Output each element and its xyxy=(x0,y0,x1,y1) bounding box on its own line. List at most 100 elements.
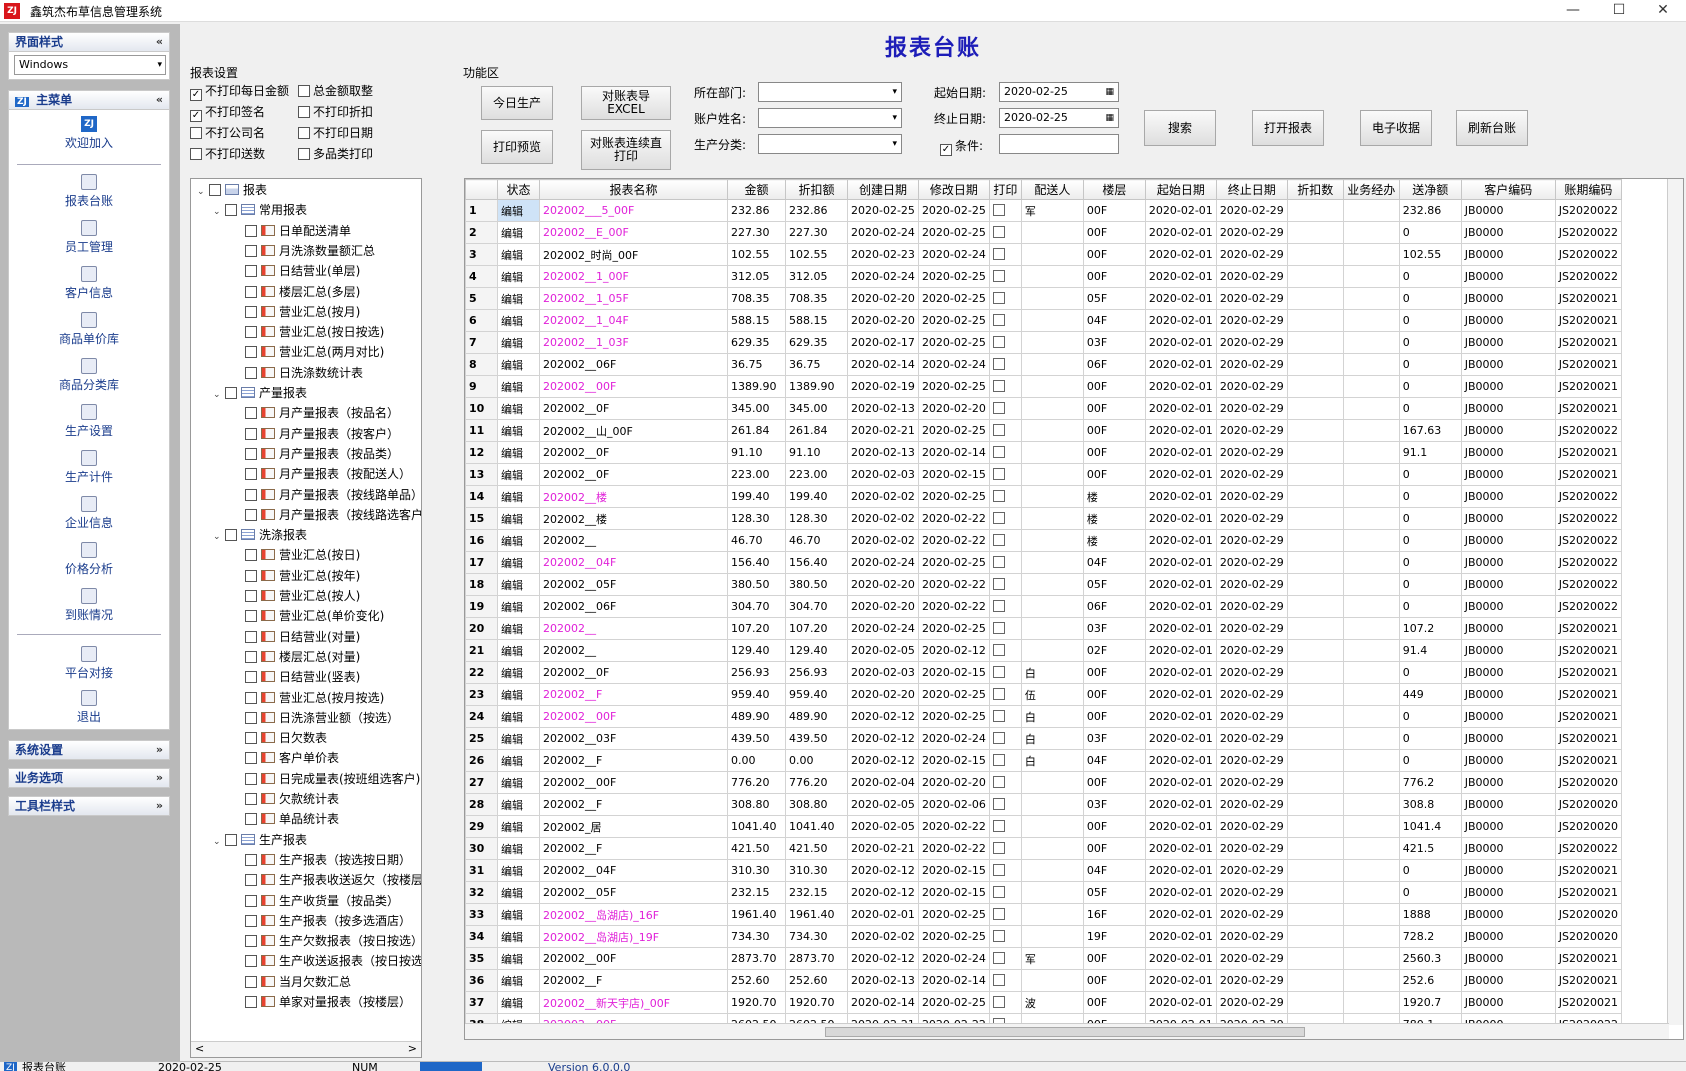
edit-status-cell[interactable]: 编辑 xyxy=(497,947,540,970)
checkbox-icon[interactable] xyxy=(245,650,257,663)
open-report-button[interactable]: 打开报表 xyxy=(1252,110,1324,146)
grid-hscrollbar[interactable] xyxy=(465,1023,1669,1039)
tree-item[interactable]: 月产量报表（按配送人） xyxy=(245,465,411,483)
table-row[interactable]: 28 编辑 202002__F 308.80 308.80 2020-02-05 2020-… xyxy=(465,793,1622,816)
edit-status-cell[interactable]: 编辑 xyxy=(497,859,540,882)
column-header[interactable]: 折扣额 xyxy=(785,179,848,200)
column-header[interactable]: 报表名称 xyxy=(539,179,728,200)
menu-item-production-settings[interactable]: 生产设置 xyxy=(9,404,169,439)
edit-status-cell[interactable]: 编辑 xyxy=(497,991,540,1014)
tree-group[interactable]: ⌄ 生产报表 xyxy=(213,831,307,849)
menu-item-exit[interactable]: 退出 xyxy=(9,690,169,725)
table-cell[interactable] xyxy=(988,771,1022,794)
checkbox-icon[interactable] xyxy=(245,508,257,521)
edit-status-cell[interactable]: 编辑 xyxy=(497,551,540,574)
edit-status-cell[interactable]: 编辑 xyxy=(497,397,540,420)
column-header[interactable]: 创建日期 xyxy=(847,179,919,200)
edit-status-cell[interactable]: 编辑 xyxy=(497,243,540,266)
condition-checkbox[interactable]: ✓ 条件: xyxy=(940,137,983,156)
table-cell[interactable] xyxy=(988,661,1022,684)
tree-item[interactable]: 日单配送清单 xyxy=(245,222,351,240)
checkbox-icon[interactable] xyxy=(245,265,257,278)
print-checkbox[interactable] xyxy=(992,490,1005,502)
checkbox-icon[interactable] xyxy=(225,833,237,846)
table-row[interactable]: 3 编辑 202002_时尚_00F 102.55 102.55 2020-02-23 20… xyxy=(465,243,1622,266)
table-cell[interactable] xyxy=(988,815,1022,838)
print-checkbox[interactable] xyxy=(992,314,1005,326)
checkbox-icon[interactable] xyxy=(245,671,257,684)
expand-icon[interactable]: ⌄ xyxy=(197,183,209,201)
edit-status-cell[interactable]: 编辑 xyxy=(497,727,540,750)
edit-status-cell[interactable]: 编辑 xyxy=(497,287,540,310)
tree-group[interactable]: ⌄ 报表 xyxy=(197,181,267,199)
table-cell[interactable] xyxy=(988,947,1022,970)
print-checkbox[interactable] xyxy=(992,886,1005,898)
scroll-left-icon[interactable]: < xyxy=(195,1042,204,1055)
table-row[interactable]: 4 编辑 202002__1_00F 312.05 312.05 2020-02-24 20… xyxy=(465,265,1622,288)
tree-item[interactable]: 单品统计表 xyxy=(245,810,339,828)
table-cell[interactable] xyxy=(988,199,1022,222)
system-settings-header[interactable]: 系统设置 » xyxy=(8,740,170,760)
checkbox-icon[interactable] xyxy=(245,285,257,298)
table-row[interactable]: 5 编辑 202002__1_05F 708.35 708.35 2020-02-20 20… xyxy=(465,287,1622,310)
edit-status-cell[interactable]: 编辑 xyxy=(497,925,540,948)
print-checkbox[interactable] xyxy=(992,644,1005,656)
expand-icon[interactable]: » xyxy=(156,741,163,759)
tree-item[interactable]: 日完成量表(按班组选客户) xyxy=(245,770,420,788)
tree-item[interactable]: 营业汇总(单价变化) xyxy=(245,607,384,625)
table-row[interactable]: 23 编辑 202002__F 959.40 959.40 2020-02-20 2020-… xyxy=(465,683,1622,706)
export-excel-button[interactable]: 对账表导EXCEL xyxy=(581,86,671,120)
tree-item[interactable]: 营业汇总(按月按选) xyxy=(245,689,384,707)
print-checkbox[interactable] xyxy=(992,754,1005,766)
checkbox-icon[interactable] xyxy=(245,935,257,948)
print-checkbox[interactable] xyxy=(992,710,1005,722)
checkbox-icon[interactable] xyxy=(245,793,257,805)
e-receipt-button[interactable]: 电子收据 xyxy=(1360,110,1432,146)
tree-item[interactable]: 月产量报表（按品类） xyxy=(245,445,399,463)
checkbox-icon[interactable] xyxy=(245,590,257,602)
edit-status-cell[interactable]: 编辑 xyxy=(497,573,540,596)
table-cell[interactable] xyxy=(988,749,1022,772)
expand-icon[interactable]: ⌄ xyxy=(213,386,225,404)
table-cell[interactable] xyxy=(988,683,1022,706)
print-checkbox[interactable] xyxy=(992,666,1005,678)
expand-icon[interactable]: ⌄ xyxy=(213,528,225,546)
checkbox-icon[interactable] xyxy=(245,610,257,623)
print-checkbox[interactable] xyxy=(992,578,1005,590)
table-row[interactable]: 9 编辑 202002__00F 1389.90 1389.90 2020-02-19 20… xyxy=(465,375,1622,398)
checkbox-icon[interactable] xyxy=(225,387,237,399)
column-header[interactable]: 客户编码 xyxy=(1460,179,1556,200)
toolbar-style-header[interactable]: 工具栏样式 » xyxy=(8,796,170,816)
table-row[interactable]: 12 编辑 202002__0F 91.10 91.10 2020-02-13 2020-0… xyxy=(465,441,1622,464)
menu-item-piecework[interactable]: 生产计件 xyxy=(9,450,169,485)
print-checkbox[interactable] xyxy=(992,622,1005,634)
table-cell[interactable] xyxy=(988,903,1022,926)
edit-status-cell[interactable]: 编辑 xyxy=(497,463,540,486)
table-row[interactable]: 32 编辑 202002__05F 232.15 232.15 2020-02-12 202… xyxy=(465,881,1622,904)
table-row[interactable]: 21 编辑 202002__ 129.40 129.40 2020-02-05 2020-0… xyxy=(465,639,1622,662)
table-cell[interactable] xyxy=(988,419,1022,442)
tree-item[interactable]: 客户单价表 xyxy=(245,749,339,767)
tree-hscrollbar[interactable]: < > xyxy=(191,1041,421,1057)
edit-status-cell[interactable]: 编辑 xyxy=(497,793,540,816)
edit-status-cell[interactable]: 编辑 xyxy=(497,485,540,508)
table-row[interactable]: 36 编辑 202002__F 252.60 252.60 2020-02-13 2020-… xyxy=(465,969,1622,992)
checkbox-icon[interactable] xyxy=(245,914,257,927)
menu-item-category-library[interactable]: 商品分类库 xyxy=(9,358,169,393)
table-cell[interactable] xyxy=(988,793,1022,816)
checkbox-icon[interactable] xyxy=(245,752,257,765)
print-checkbox[interactable] xyxy=(992,226,1005,238)
tree-group[interactable]: ⌄ 洗涤报表 xyxy=(213,526,307,544)
table-row[interactable]: 35 编辑 202002__00F 2873.70 2873.70 2020-02-12 2… xyxy=(465,947,1622,970)
expand-icon[interactable]: » xyxy=(156,797,163,815)
dept-select[interactable]: ▾ xyxy=(758,82,902,102)
search-button[interactable]: 搜索 xyxy=(1144,110,1216,146)
print-checkbox[interactable] xyxy=(992,512,1005,524)
print-checkbox[interactable] xyxy=(992,996,1005,1008)
edit-status-cell[interactable]: 编辑 xyxy=(497,419,540,442)
continuous-print-button[interactable]: 对账表连续直打印 xyxy=(581,130,671,170)
menu-item-employees[interactable]: 员工管理 xyxy=(9,220,169,255)
table-row[interactable]: 14 编辑 202002__楼 199.40 199.40 2020-02-02 2020-… xyxy=(465,485,1622,508)
minimize-button[interactable]: — xyxy=(1550,0,1596,22)
close-button[interactable]: ✕ xyxy=(1640,0,1686,22)
